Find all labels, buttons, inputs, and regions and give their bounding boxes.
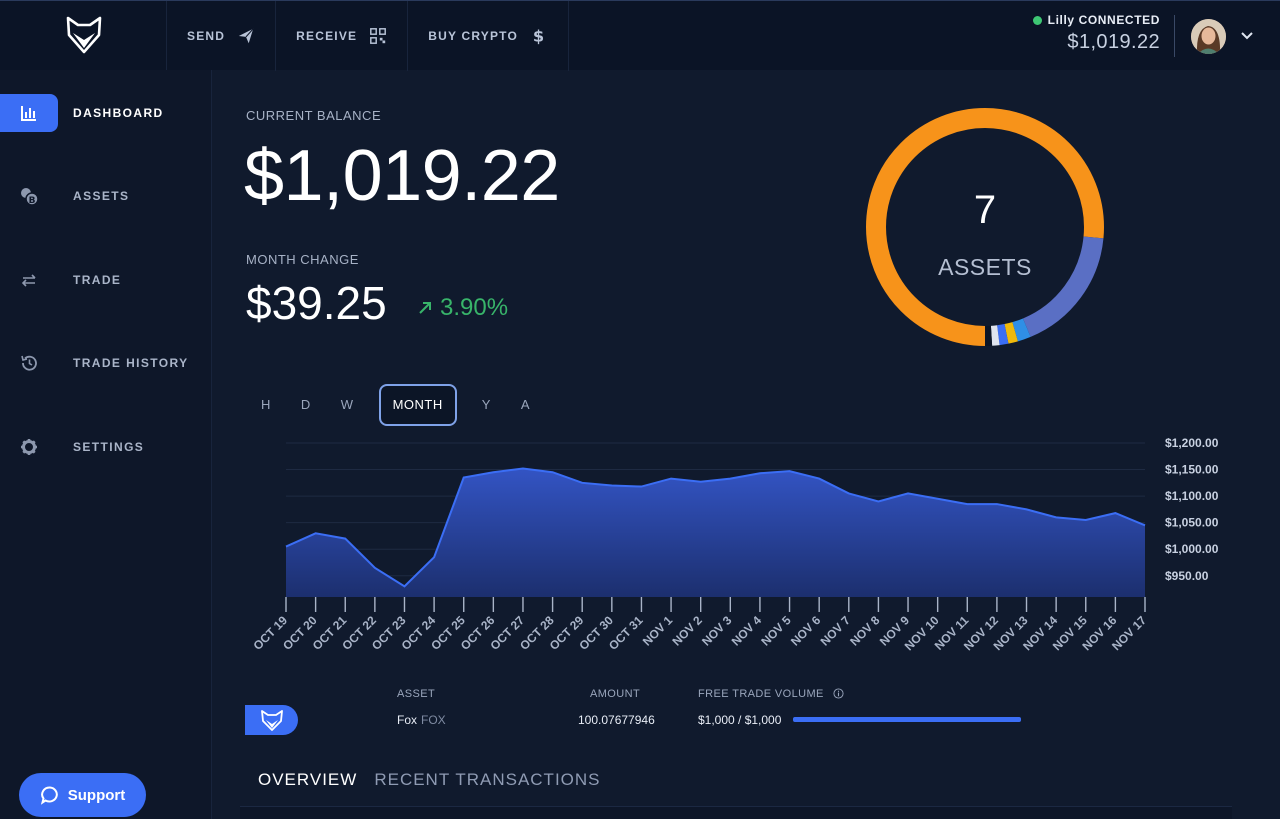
asset-name-cell: Fox FOX — [397, 713, 446, 727]
current-balance-label: CURRENT BALANCE — [246, 108, 382, 123]
receive-label: RECEIVE — [296, 29, 358, 43]
sidebar-item-label: SETTINGS — [73, 440, 145, 454]
svg-text:B: B — [29, 196, 36, 206]
x-tick-label: NOV 2 — [669, 613, 705, 649]
sidebar-item-label: DASHBOARD — [73, 106, 164, 120]
fox-asset-badge[interactable] — [245, 705, 298, 735]
volume-header-label: FREE TRADE VOLUME — [698, 688, 824, 700]
user-avatar[interactable] — [1191, 19, 1226, 54]
x-tick-label: NOV 6 — [788, 613, 824, 649]
x-tick-label: NOV 8 — [847, 613, 883, 649]
connection-status: Lilly CONNECTED — [1032, 13, 1160, 27]
account-name: Lilly — [1047, 13, 1075, 27]
y-tick-label: $1,050.00 — [1165, 516, 1219, 530]
account-divider — [1174, 15, 1175, 57]
amount-column-header: AMOUNT — [590, 688, 641, 700]
month-change-percent-text: 3.90% — [440, 294, 509, 321]
month-change-value: $39.25 — [246, 277, 387, 329]
paper-plane-icon — [238, 28, 254, 44]
chevron-down-icon[interactable] — [1240, 31, 1254, 41]
x-tick-label: OCT 31 — [606, 613, 646, 653]
fox-logo-icon[interactable] — [64, 15, 104, 55]
asset-column-header: ASSET — [397, 688, 436, 700]
asset-amount: 100.07677946 — [578, 713, 655, 727]
sidebar-icon-wrap — [0, 94, 58, 132]
sidebar-item-label: TRADE — [73, 273, 122, 287]
fox-token-icon — [260, 710, 283, 731]
dollar-icon: $ — [533, 27, 545, 45]
range-button-a[interactable]: A — [506, 384, 545, 426]
sidebar-icon-wrap — [0, 428, 58, 466]
arrow-up-right-icon — [419, 302, 431, 314]
svg-text:$: $ — [533, 27, 545, 45]
sidebar-item-label: ASSETS — [73, 189, 130, 203]
range-button-h[interactable]: H — [246, 384, 286, 426]
send-label: SEND — [187, 29, 226, 43]
buy-crypto-label: BUY CRYPTO — [428, 29, 519, 43]
month-change-label: MONTH CHANGE — [246, 252, 359, 267]
y-tick-label: $950.00 — [1165, 569, 1209, 583]
top-nav: SEND RECEIVE BUY CRYPTO $ — [166, 1, 570, 71]
chart-area — [286, 468, 1145, 597]
asset-count-label: ASSETS — [938, 254, 1032, 280]
overview-panel — [240, 806, 1232, 819]
asset-count: 7 — [973, 188, 997, 232]
status-dot-icon — [1032, 15, 1042, 25]
send-button[interactable]: SEND — [166, 1, 275, 71]
receive-button[interactable]: RECEIVE — [275, 1, 407, 71]
trade-volume-value: $1,000 / $1,000 — [698, 713, 782, 727]
sidebar-item-assets[interactable]: B ASSETS — [0, 177, 212, 215]
gear-icon — [21, 439, 37, 455]
x-tick-label: NOV 4 — [729, 613, 765, 649]
buy-crypto-button[interactable]: BUY CRYPTO $ — [407, 1, 570, 71]
range-button-month[interactable]: MONTH — [378, 384, 457, 426]
x-tick-label: NOV 3 — [699, 613, 735, 649]
time-range-selector: H D W MONTH Y A — [246, 384, 545, 426]
support-button[interactable]: Support — [19, 773, 146, 817]
account-balance: $1,019.22 — [1067, 31, 1160, 53]
y-tick-label: $1,150.00 — [1165, 463, 1219, 477]
tab-overview[interactable]: OVERVIEW — [258, 770, 357, 790]
info-icon[interactable] — [833, 688, 844, 699]
month-change-percent: 3.90% — [418, 294, 508, 322]
sidebar-icon-wrap — [0, 344, 58, 382]
sidebar-item-trade-history[interactable]: TRADE HISTORY — [0, 344, 212, 382]
range-button-w[interactable]: W — [326, 384, 369, 426]
range-button-d[interactable]: D — [286, 384, 326, 426]
qr-code-icon — [370, 28, 387, 44]
swap-arrows-icon — [21, 274, 36, 287]
asset-name: Fox — [397, 713, 418, 727]
account-status-text: CONNECTED — [1078, 13, 1160, 27]
history-icon — [21, 355, 37, 371]
top-bar: SEND RECEIVE BUY CRYPTO $ Lilly CONNECTE… — [0, 0, 1280, 71]
chat-bubble-icon — [40, 786, 58, 805]
sidebar-item-settings[interactable]: SETTINGS — [0, 428, 212, 466]
y-tick-label: $1,100.00 — [1165, 489, 1219, 503]
support-label: Support — [67, 786, 126, 804]
sidebar-item-label: TRADE HISTORY — [73, 356, 189, 370]
volume-column-header: FREE TRADE VOLUME — [698, 688, 844, 700]
sidebar-item-dashboard[interactable]: DASHBOARD — [0, 94, 212, 132]
bar-chart-icon — [21, 106, 36, 121]
y-tick-label: $1,200.00 — [1165, 436, 1219, 450]
sidebar-item-trade[interactable]: TRADE — [0, 261, 212, 299]
coins-icon: B — [21, 188, 39, 206]
sidebar: DASHBOARD B ASSETS TRADE TRADE HISTORY S… — [0, 70, 212, 819]
x-tick-label: NOV 1 — [640, 613, 676, 649]
y-tick-label: $1,000.00 — [1165, 542, 1219, 556]
range-button-y[interactable]: Y — [467, 384, 506, 426]
sidebar-icon-wrap — [0, 261, 58, 299]
balance-history-chart[interactable]: $1,200.00 $1,150.00 $1,100.00 $1,050.00 $1,0… — [240, 430, 1240, 680]
avatar-photo-icon — [1191, 19, 1226, 54]
account-info: Lilly CONNECTED $1,019.22 — [1032, 13, 1160, 54]
trade-volume-progress-bar — [793, 717, 1021, 722]
x-tick-label: NOV 7 — [818, 613, 854, 649]
current-balance-value: $1,019.22 — [244, 136, 560, 216]
x-tick-label: NOV 5 — [758, 613, 794, 649]
tab-recent-transactions[interactable]: RECENT TRANSACTIONS — [374, 770, 600, 790]
content-tabs: OVERVIEW RECENT TRANSACTIONS — [258, 770, 601, 790]
asset-ticker: FOX — [421, 713, 446, 727]
sidebar-icon-wrap: B — [0, 177, 58, 215]
